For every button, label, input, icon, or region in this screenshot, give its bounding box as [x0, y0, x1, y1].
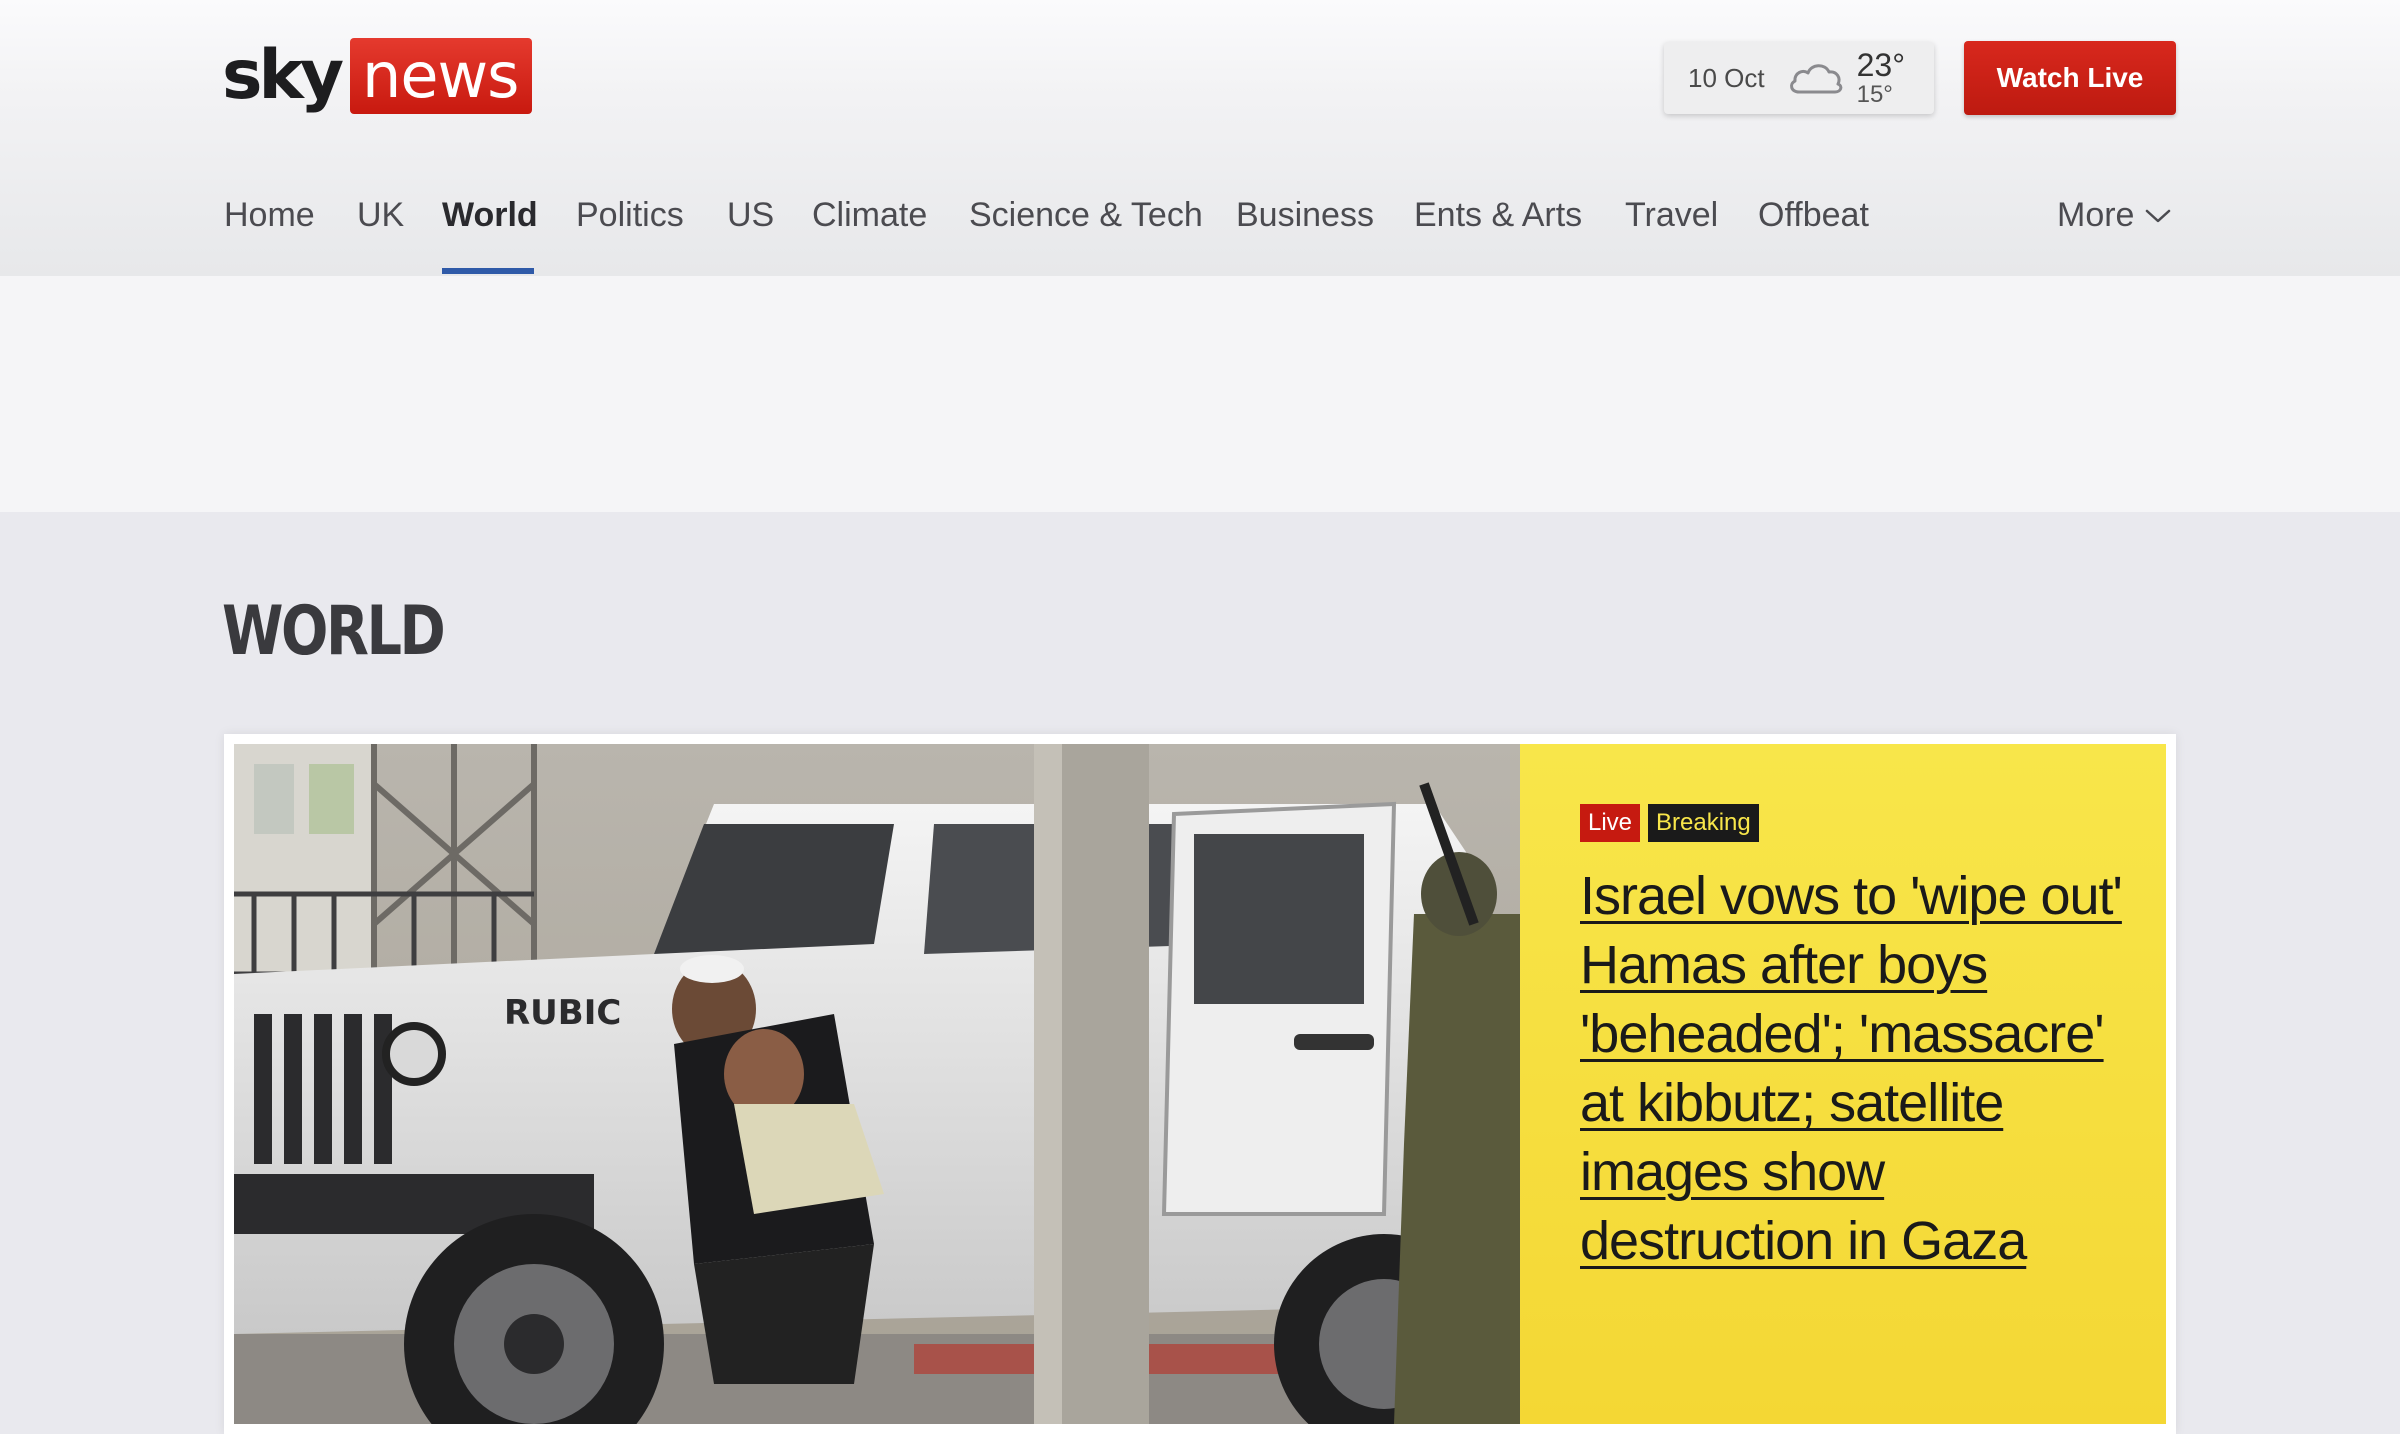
nav-item-uk[interactable]: UK: [357, 196, 404, 235]
temperatures: 23° 15°: [1857, 49, 1905, 107]
main-nav: Home UK World Politics US Climate Scienc…: [222, 176, 2178, 276]
nav-item-travel[interactable]: Travel: [1625, 196, 1718, 235]
nav-item-business[interactable]: Business: [1236, 196, 1374, 235]
section-title: WORLD: [222, 592, 446, 671]
nav-item-home[interactable]: Home: [224, 196, 315, 235]
temp-low: 15°: [1856, 81, 1893, 108]
weather-date: 10 Oct: [1688, 62, 1765, 93]
story-badges: Live Breaking: [1580, 804, 1759, 842]
weather-widget[interactable]: 10 Oct 23° 15°: [1664, 42, 1934, 114]
logo-news-text: news: [350, 38, 533, 114]
hero-image[interactable]: RUBIC: [234, 744, 1520, 1424]
more-label: More: [2057, 196, 2135, 234]
hero-text-panel: Live Breaking Israel vows to 'wipe out' …: [1520, 744, 2166, 1424]
ad-placeholder: [0, 276, 2400, 512]
watch-live-button[interactable]: Watch Live: [1964, 41, 2176, 115]
site-header: sky news 10 Oct 23° 15° Watch Live Home …: [0, 0, 2400, 276]
cloud-icon: [1789, 64, 1842, 94]
more-menu-button[interactable]: More: [2057, 196, 2172, 235]
hero-story-card[interactable]: RUBIC Live Breaking Israel vows to 'wipe…: [224, 734, 2176, 1434]
logo-sky-text: sky: [222, 36, 344, 115]
world-section: WORLD RUBIC Live Breaking Israel vows to…: [0, 512, 2400, 1434]
hood-badge-text: RUBIC: [504, 993, 621, 1033]
hero-headline-link[interactable]: Israel vows to 'wipe out' Hamas after bo…: [1580, 862, 2140, 1276]
temp-high: 23°: [1856, 47, 1905, 83]
nav-item-science-tech[interactable]: Science & Tech: [969, 196, 1203, 235]
breaking-badge: Breaking: [1648, 804, 1759, 842]
nav-item-world[interactable]: World: [442, 196, 538, 235]
nav-item-climate[interactable]: Climate: [812, 196, 927, 235]
nav-item-offbeat[interactable]: Offbeat: [1758, 196, 1869, 235]
nav-item-politics[interactable]: Politics: [576, 196, 684, 235]
nav-item-us[interactable]: US: [727, 196, 774, 235]
sky-news-logo[interactable]: sky news: [222, 36, 533, 116]
nav-active-indicator: [442, 268, 534, 274]
hero-photo-illustration: RUBIC: [234, 744, 1520, 1424]
live-badge: Live: [1580, 804, 1641, 842]
nav-item-ents-arts[interactable]: Ents & Arts: [1414, 196, 1582, 235]
chevron-down-icon: [2146, 209, 2171, 222]
